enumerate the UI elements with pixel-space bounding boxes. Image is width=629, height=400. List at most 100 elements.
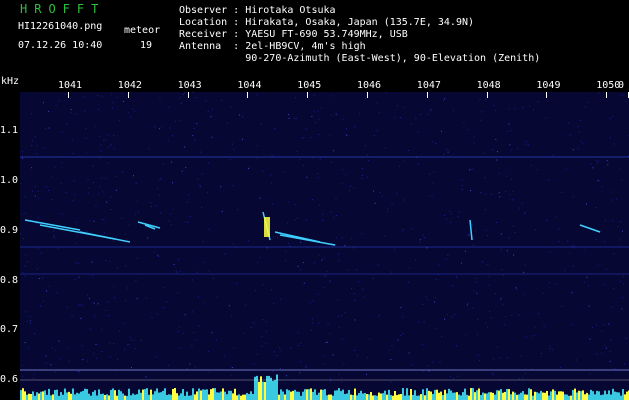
noise-dot [358, 281, 359, 283]
noise-dot [89, 220, 91, 222]
noise-dot [191, 344, 193, 346]
noise-dot [518, 314, 520, 316]
level-bar [88, 393, 90, 400]
noise-dot [530, 164, 532, 166]
noise-dot [101, 219, 103, 221]
level-bar [418, 395, 420, 400]
level-bar [308, 389, 310, 400]
noise-dot [36, 153, 38, 155]
noise-dot [279, 347, 281, 349]
noise-dot [385, 147, 386, 149]
noise-dot [188, 194, 190, 196]
noise-dot [69, 98, 71, 100]
meteor-trace [579, 224, 601, 233]
noise-dot [479, 99, 481, 101]
noise-dot [622, 276, 624, 278]
y-tick-label: 0.7 [0, 324, 19, 335]
noise-dot [429, 195, 431, 197]
noise-dot [456, 277, 458, 279]
noise-dot [516, 288, 518, 290]
noise-dot [75, 242, 77, 244]
noise-dot [157, 254, 159, 256]
noise-dot [567, 240, 569, 242]
noise-dot [28, 348, 30, 350]
level-bar [54, 390, 56, 400]
noise-dot [136, 297, 138, 299]
noise-dot [272, 371, 274, 372]
level-bar [586, 392, 588, 400]
level-bar [46, 394, 48, 400]
level-bar [610, 394, 612, 400]
noise-dot [288, 113, 290, 115]
level-bar [424, 395, 426, 400]
noise-dot [256, 353, 258, 355]
noise-dot [107, 134, 109, 136]
noise-dot [179, 97, 181, 99]
noise-dot [81, 345, 83, 347]
noise-dot [596, 162, 598, 164]
spectrogram[interactable] [20, 92, 629, 400]
level-bar [204, 389, 206, 400]
level-bar [166, 394, 168, 400]
noise-dot [96, 357, 98, 359]
noise-dot [597, 160, 599, 162]
noise-dot [140, 340, 142, 341]
noise-dot [50, 175, 52, 177]
noise-dot [506, 357, 508, 359]
level-bar [180, 393, 182, 400]
noise-dot [435, 143, 437, 144]
noise-dot [159, 179, 161, 181]
noise-dot [523, 271, 525, 273]
noise-dot [43, 147, 45, 149]
level-bar [52, 394, 54, 400]
noise-dot [183, 94, 184, 95]
noise-dot [514, 108, 516, 110]
noise-dot [481, 111, 483, 113]
noise-dot [94, 313, 96, 315]
noise-dot [110, 209, 112, 210]
level-bar [486, 393, 488, 400]
level-bar [222, 388, 224, 400]
level-bar [384, 390, 386, 400]
y-tick-label: 0.8 [0, 275, 19, 286]
noise-dot [224, 253, 226, 255]
noise-dot [75, 262, 77, 264]
level-bar [568, 395, 570, 400]
noise-dot [151, 206, 152, 208]
noise-dot [294, 204, 296, 206]
noise-dot [549, 281, 551, 283]
noise-dot [186, 201, 188, 203]
noise-dot [598, 180, 600, 181]
noise-dot [329, 332, 331, 334]
noise-dot [624, 363, 626, 365]
noise-dot [447, 151, 449, 153]
noise-dot [25, 311, 27, 313]
noise-dot [70, 109, 72, 110]
noise-dot [97, 193, 99, 195]
noise-dot [537, 101, 539, 102]
noise-dot [265, 321, 267, 323]
level-bar [402, 388, 404, 400]
meteor-head-echo [264, 217, 270, 237]
level-bar [416, 395, 418, 400]
level-bar [38, 393, 40, 400]
noise-dot [276, 355, 278, 356]
noise-dot [524, 264, 526, 266]
level-bar [340, 391, 342, 400]
level-bar [600, 395, 602, 400]
noise-dot [621, 308, 623, 310]
noise-dot [21, 151, 23, 153]
noise-dot [333, 150, 335, 152]
noise-dot [97, 303, 99, 305]
noise-dot [468, 234, 470, 236]
noise-dot [534, 326, 536, 328]
noise-dot [32, 377, 34, 379]
noise-dot [30, 320, 32, 321]
noise-dot [79, 304, 81, 306]
noise-dot [42, 102, 44, 104]
level-bar [242, 394, 244, 400]
level-bar [602, 394, 604, 400]
noise-dot [280, 349, 282, 351]
level-bar [310, 388, 312, 400]
noise-dot [127, 112, 129, 114]
